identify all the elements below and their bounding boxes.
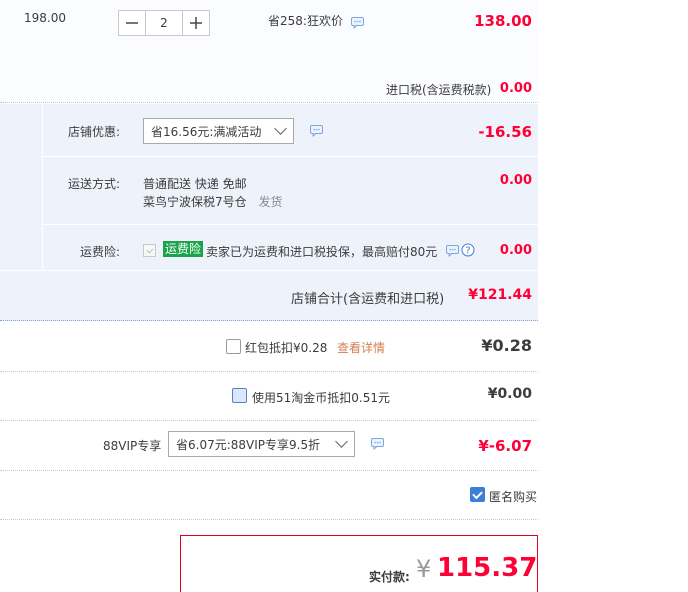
- shipping-method: 普通配送 快递 免邮: [143, 177, 247, 191]
- shipping-value: 0.00: [499, 173, 532, 188]
- help-icon[interactable]: ?: [461, 243, 475, 257]
- vip-select[interactable]: 省6.07元:88VIP专享9.5折: [168, 431, 355, 457]
- divider: [42, 224, 538, 225]
- shop-total-value: ¥121.44: [468, 287, 532, 303]
- divider: [0, 371, 538, 372]
- shop-total-band: [0, 270, 538, 321]
- shipping-label: 运送方式:: [68, 177, 121, 191]
- quantity-input[interactable]: 2: [146, 10, 182, 36]
- shop-total-label: 店铺合计(含运费和进口税): [291, 292, 445, 307]
- message-icon[interactable]: [351, 17, 364, 29]
- taojinbi-checkbox[interactable]: [232, 388, 247, 403]
- insurance-label: 运费险:: [80, 245, 121, 259]
- message-icon[interactable]: [310, 125, 323, 137]
- insurance-badge: 运费险: [163, 241, 204, 257]
- insurance-checkbox: [143, 244, 156, 257]
- increase-button[interactable]: [182, 10, 210, 36]
- import-tax-label: 进口税(含运费税款): [386, 83, 492, 97]
- payment-currency: ¥: [416, 555, 432, 583]
- vip-select-value: 省6.07元:88VIP专享9.5折: [176, 437, 321, 452]
- anonymous-checkbox[interactable]: [470, 487, 485, 502]
- shop-promo-value: -16.56: [478, 123, 532, 141]
- vip-label: 88VIP专享: [103, 439, 162, 453]
- minus-icon: [126, 22, 138, 24]
- decrease-button[interactable]: [118, 10, 146, 36]
- shipping-warehouse-name: 菜鸟宁波保税7号仓: [143, 195, 247, 209]
- shop-promo-label: 店铺优惠:: [68, 125, 121, 139]
- redpacket-value: ¥0.28: [481, 336, 532, 355]
- svg-text:?: ?: [465, 246, 470, 257]
- anonymous-label: 匿名购买: [489, 490, 538, 504]
- payment-label: 实付款:: [369, 570, 410, 584]
- message-icon[interactable]: [446, 245, 459, 257]
- divider: [42, 156, 538, 157]
- vip-value: ¥-6.07: [478, 437, 532, 455]
- divider: [0, 519, 538, 520]
- unit-price: 198.00: [24, 11, 66, 25]
- redpacket-checkbox[interactable]: [226, 339, 241, 354]
- plus-icon: [190, 17, 202, 29]
- redpacket-details-link[interactable]: 查看详情: [337, 339, 385, 356]
- shipping-dispatch: 发货: [258, 195, 283, 209]
- quantity-stepper[interactable]: 2: [118, 10, 210, 36]
- import-tax-value: 0.00: [499, 81, 532, 96]
- insurance-value: 0.00: [499, 243, 532, 258]
- shop-promo-select[interactable]: 省16.56元:满减活动: [143, 118, 294, 144]
- item-subtotal: 138.00: [474, 12, 532, 30]
- divider: [0, 420, 538, 421]
- divider: [0, 470, 538, 471]
- redpacket-label: 红包抵扣¥0.28: [245, 341, 328, 355]
- divider: [42, 104, 43, 269]
- shop-promo-select-value: 省16.56元:满减活动: [151, 124, 262, 139]
- shipping-warehouse: 菜鸟宁波保税7号仓 发货: [143, 193, 282, 210]
- payment-amount: 115.37: [437, 553, 538, 583]
- taojinbi-value: ¥0.00: [487, 386, 532, 402]
- insurance-text: 卖家已为运费和进口税投保，最高赔付80元: [206, 245, 438, 259]
- message-icon[interactable]: [371, 438, 384, 450]
- item-discount: 省258:狂欢价: [268, 14, 343, 28]
- taojinbi-label: 使用51淘金币抵扣0.51元: [252, 391, 390, 405]
- chevron-down-icon: [274, 122, 287, 135]
- chevron-down-icon: [335, 435, 348, 448]
